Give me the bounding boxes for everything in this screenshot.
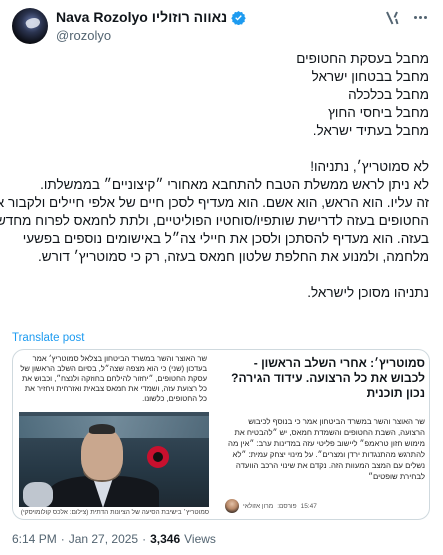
article-byline: מרון אזולאי פורסם: 15:47: [225, 498, 425, 514]
tweet-time[interactable]: 6:14 PM: [12, 532, 57, 546]
author-handle[interactable]: @rozolyo: [56, 28, 111, 43]
tweet-line: בעזה. הוא מעדיף להסתכן ולסכן את חיילי צה…: [22, 231, 429, 246]
tweet-line: לא ניתן לראש ממשלת הטבח להתחבא מאחורי ״ק…: [40, 177, 429, 192]
article-author: מרון אזולאי: [243, 502, 274, 510]
tweet-meta: 6:14 PM · Jan 27, 2025 · 3,346 Views: [12, 532, 216, 546]
tweet-header: Nava Rozolyo נאווה רוזוליו @rozolyo: [0, 0, 443, 50]
author-name-row[interactable]: Nava Rozolyo נאווה רוזוליו: [56, 9, 246, 25]
published-time: 15:47: [300, 502, 317, 510]
microphone-image: [23, 482, 53, 507]
more-options-icon[interactable]: [414, 16, 430, 20]
tweet-line: לא סמוטריץ׳, נתניהו!: [310, 159, 429, 174]
article-photo: [19, 412, 209, 507]
tweet-line: מחבל ביחסי החוץ: [328, 105, 429, 120]
card-left-column: שר האוצר והשר במשרד הביטחון בצלאל סמוטרי…: [13, 350, 213, 519]
meta-separator: ·: [60, 532, 65, 546]
views-count[interactable]: 3,346: [150, 532, 180, 546]
profile-avatar[interactable]: [12, 8, 48, 44]
tweet-date[interactable]: Jan 27, 2025: [69, 532, 138, 546]
tweet-line: החטופים בעזה לדרישת שותפיו/סוחטיו הפוליט…: [0, 213, 429, 228]
article-subheadline: שר האוצר והשר במשרד הביטחון אמר כי בנוסף…: [228, 417, 425, 481]
article-screenshot-image[interactable]: שר האוצר והשר במשרד הביטחון בצלאל סמוטרי…: [12, 349, 430, 520]
views-label: Views: [184, 532, 216, 546]
article-headline: סמוטריץ׳: אחרי השלב הראשון - לכבוש את כל…: [231, 356, 425, 400]
grok-icon[interactable]: [384, 10, 400, 26]
tweet-line: מחבל בעסקת החטופים: [296, 51, 429, 66]
published-label: פורסם:: [277, 502, 297, 510]
translate-post-link[interactable]: Translate post: [12, 332, 84, 344]
tweet-line: נתניהו מסוכן לישראל.: [307, 285, 429, 300]
tweet-line: מחבל בכלכלה: [348, 87, 429, 102]
author-display-name[interactable]: Nava Rozolyo נאווה רוזוליו: [56, 9, 227, 25]
card-lead-paragraph: שר האוצר והשר במשרד הביטחון בצלאל סמוטרי…: [20, 354, 207, 403]
verified-badge-icon: [231, 10, 246, 25]
tweet-line: מחבל בבטחון ישראל: [311, 69, 429, 84]
tweet-text: מחבל בעסקת החטופים מחבל בבטחון ישראל מחב…: [0, 50, 429, 302]
photo-caption: סמוטריץ׳ בישיבת הסיעה של הציונות הדתית (…: [20, 509, 209, 516]
author-thumbnail: [225, 499, 239, 513]
meta-separator: ·: [142, 532, 147, 546]
tweet-line: זה עליו. הוא הראש, הוא אשם. הוא מעדיף לס…: [0, 195, 429, 210]
tweet-line: מלחמה, ולמנוע את החלפת שלטון חמאס בעזה, …: [38, 249, 429, 264]
news-logo-icon: [147, 446, 169, 468]
card-right-column: סמוטריץ׳: אחרי השלב הראשון - לכבוש את כל…: [217, 350, 429, 519]
tweet-line: מחבל בעתיד ישראל.: [312, 123, 429, 138]
